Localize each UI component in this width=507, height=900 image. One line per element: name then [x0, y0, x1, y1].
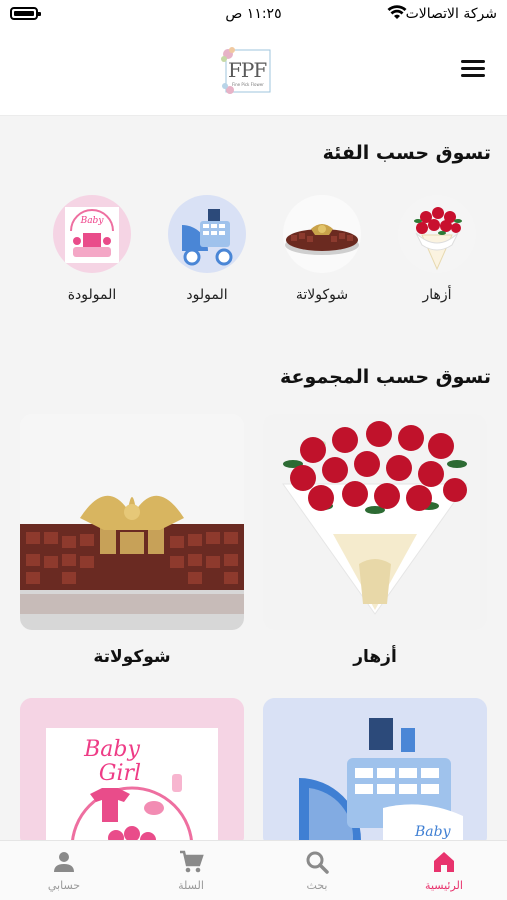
cart-icon — [180, 850, 204, 873]
tab-label: بحث — [306, 879, 328, 892]
app-header: FPF Fine Pick Flower — [0, 28, 507, 116]
search-icon — [306, 851, 329, 874]
bottom-tab-bar: الرئيسية بحث السلة حسابي — [0, 840, 507, 900]
category-chocolate[interactable]: شوكولاتة — [282, 195, 362, 303]
shop-by-collection-title: تسوق حسب المجموعة — [280, 366, 491, 388]
tab-home[interactable]: الرئيسية — [381, 841, 507, 900]
category-label: المولودة — [67, 287, 117, 303]
collection-label: شوكولاتة — [93, 647, 171, 667]
baby-girl-gift-image: Baby — [53, 195, 131, 273]
baby-boy-stroller-image: Baby — [263, 698, 487, 848]
chocolate-tray-image — [20, 414, 244, 630]
logo-subtext: Fine Pick Flower — [232, 82, 264, 87]
tab-label: السلة — [178, 879, 204, 892]
category-label: المولود — [186, 287, 228, 303]
collection-card-baby-boy[interactable]: Baby — [263, 698, 487, 848]
tab-label: حسابي — [47, 879, 81, 892]
category-flowers[interactable]: أزهار — [397, 195, 477, 303]
account-icon — [54, 852, 74, 872]
category-label: أزهار — [422, 287, 452, 303]
status-time: ١١:٢٥ ص — [225, 6, 282, 22]
baby-boy-stroller-image — [168, 195, 246, 273]
category-label: شوكولاتة — [295, 287, 349, 303]
shop-by-category-title: تسوق حسب الفئة — [322, 142, 491, 164]
category-baby-boy[interactable]: المولود — [167, 195, 247, 303]
category-baby-girl[interactable]: Baby المولودة — [52, 195, 132, 303]
collection-card-baby-girl[interactable]: Baby Girl — [20, 698, 244, 848]
baby-girl-arrangement-image: Baby Girl — [20, 698, 244, 848]
svg-text:Baby: Baby — [83, 737, 140, 762]
svg-text:Baby: Baby — [414, 824, 452, 840]
tab-label: الرئيسية — [425, 879, 463, 892]
logo-text: FPF — [228, 58, 267, 82]
collection-card-flowers[interactable] — [263, 414, 487, 630]
svg-text:Girl: Girl — [99, 761, 141, 786]
battery-icon — [10, 7, 41, 20]
tab-account[interactable]: حسابي — [1, 841, 127, 900]
home-icon — [434, 852, 454, 872]
menu-button[interactable] — [461, 60, 485, 80]
tab-search[interactable]: بحث — [254, 841, 380, 900]
collection-label: أزهار — [353, 647, 397, 667]
red-roses-bouquet-image — [263, 414, 487, 630]
collection-card-chocolate[interactable] — [20, 414, 244, 630]
flowers-bouquet-image — [398, 195, 476, 273]
brand-logo[interactable]: FPF Fine Pick Flower — [220, 46, 274, 96]
hamburger-line — [461, 60, 485, 63]
hamburger-line — [461, 67, 485, 70]
status-bar: شركة الاتصالات ١١:٢٥ ص — [0, 0, 507, 28]
svg-text:Baby: Baby — [80, 216, 105, 226]
chocolate-tray-image — [283, 195, 361, 273]
tab-cart[interactable]: السلة — [128, 841, 254, 900]
hamburger-line — [461, 74, 485, 77]
